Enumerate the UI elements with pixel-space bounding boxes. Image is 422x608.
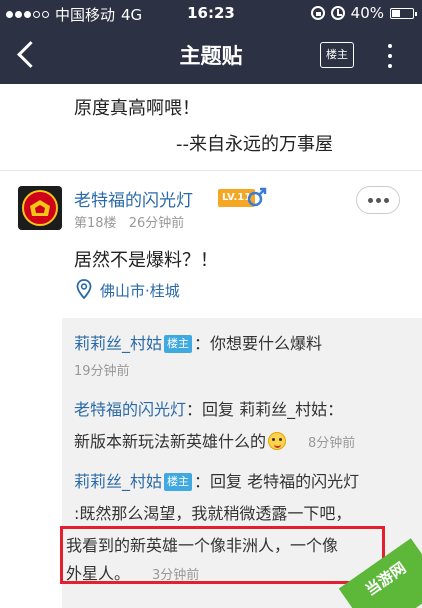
highlight-box bbox=[60, 526, 385, 584]
floor-meta: 第18楼 26分钟前 bbox=[74, 212, 184, 231]
avatar[interactable] bbox=[18, 186, 62, 230]
top-bar: 中国移动 4G 16:23 40% 主题贴 楼主 bbox=[0, 0, 422, 84]
nav-bar: 主题贴 楼主 bbox=[0, 26, 422, 84]
reply-item[interactable]: 老特福的闪光灯：回复 莉莉丝_村姑： bbox=[74, 396, 343, 420]
owner-only-button[interactable]: 楼主 bbox=[320, 42, 354, 68]
reply-time: 19分钟前 bbox=[74, 364, 130, 379]
previous-post-line: 原度真高啊喂！ bbox=[74, 98, 200, 119]
reply-item[interactable]: 莉莉丝_村姑 楼主 ：回复 老特福的闪光灯 bbox=[74, 468, 359, 492]
status-right: 40% bbox=[310, 4, 417, 22]
divider bbox=[0, 170, 422, 171]
male-icon bbox=[247, 187, 267, 207]
more-options-button[interactable] bbox=[356, 186, 400, 214]
reply-text: ：你想要什么爆料 bbox=[194, 334, 323, 353]
more-vertical-icon[interactable] bbox=[382, 42, 398, 70]
status-bar: 中国移动 4G 16:23 40% bbox=[0, 0, 422, 26]
reply-author[interactable]: 莉莉丝_村姑 bbox=[74, 472, 162, 491]
page-title: 主题贴 bbox=[179, 44, 243, 68]
battery-percent: 40% bbox=[350, 4, 384, 22]
reply-line: 新版本新玩法新英雄什么的 8分钟前 bbox=[74, 428, 355, 452]
club-crest-icon bbox=[18, 186, 62, 230]
reply-text: ：回复 bbox=[194, 472, 248, 491]
reply-item[interactable]: 莉莉丝_村姑 楼主 ：你想要什么爆料 bbox=[74, 330, 322, 354]
reply-text: ：回复 bbox=[186, 400, 240, 419]
floor-content: 居然不是爆料？！ bbox=[74, 250, 218, 271]
reply-author[interactable]: 老特福的闪光灯 bbox=[74, 400, 186, 419]
username[interactable]: 老特福的闪光灯 bbox=[74, 186, 193, 211]
previous-post-signature: --来自永远的万事屋 bbox=[176, 134, 333, 155]
reply-target: 老特福的闪光灯 bbox=[247, 472, 360, 491]
alarm-icon bbox=[330, 6, 345, 20]
reply-author[interactable]: 莉莉丝_村姑 bbox=[74, 334, 162, 353]
floor-time: 26分钟前 bbox=[128, 216, 185, 231]
battery-icon bbox=[390, 7, 417, 19]
reply-text: ： bbox=[327, 400, 344, 419]
owner-tag: 楼主 bbox=[164, 335, 193, 353]
location-pin-icon bbox=[76, 279, 92, 299]
reply-target: 莉莉丝_村姑 bbox=[239, 400, 328, 419]
reply-text: 新版本新玩法新英雄什么的 bbox=[74, 432, 267, 451]
reply-line: :既然那么渴望，我就稍微透露一下吧， bbox=[74, 504, 352, 523]
location-link[interactable]: 佛山市·桂城 bbox=[100, 280, 180, 301]
owner-tag: 楼主 bbox=[164, 473, 193, 491]
laughing-emoji-icon bbox=[268, 432, 287, 450]
rotation-lock-icon bbox=[310, 6, 325, 20]
floor-number: 第18楼 bbox=[74, 216, 117, 231]
reply-time: 8分钟前 bbox=[308, 436, 356, 451]
